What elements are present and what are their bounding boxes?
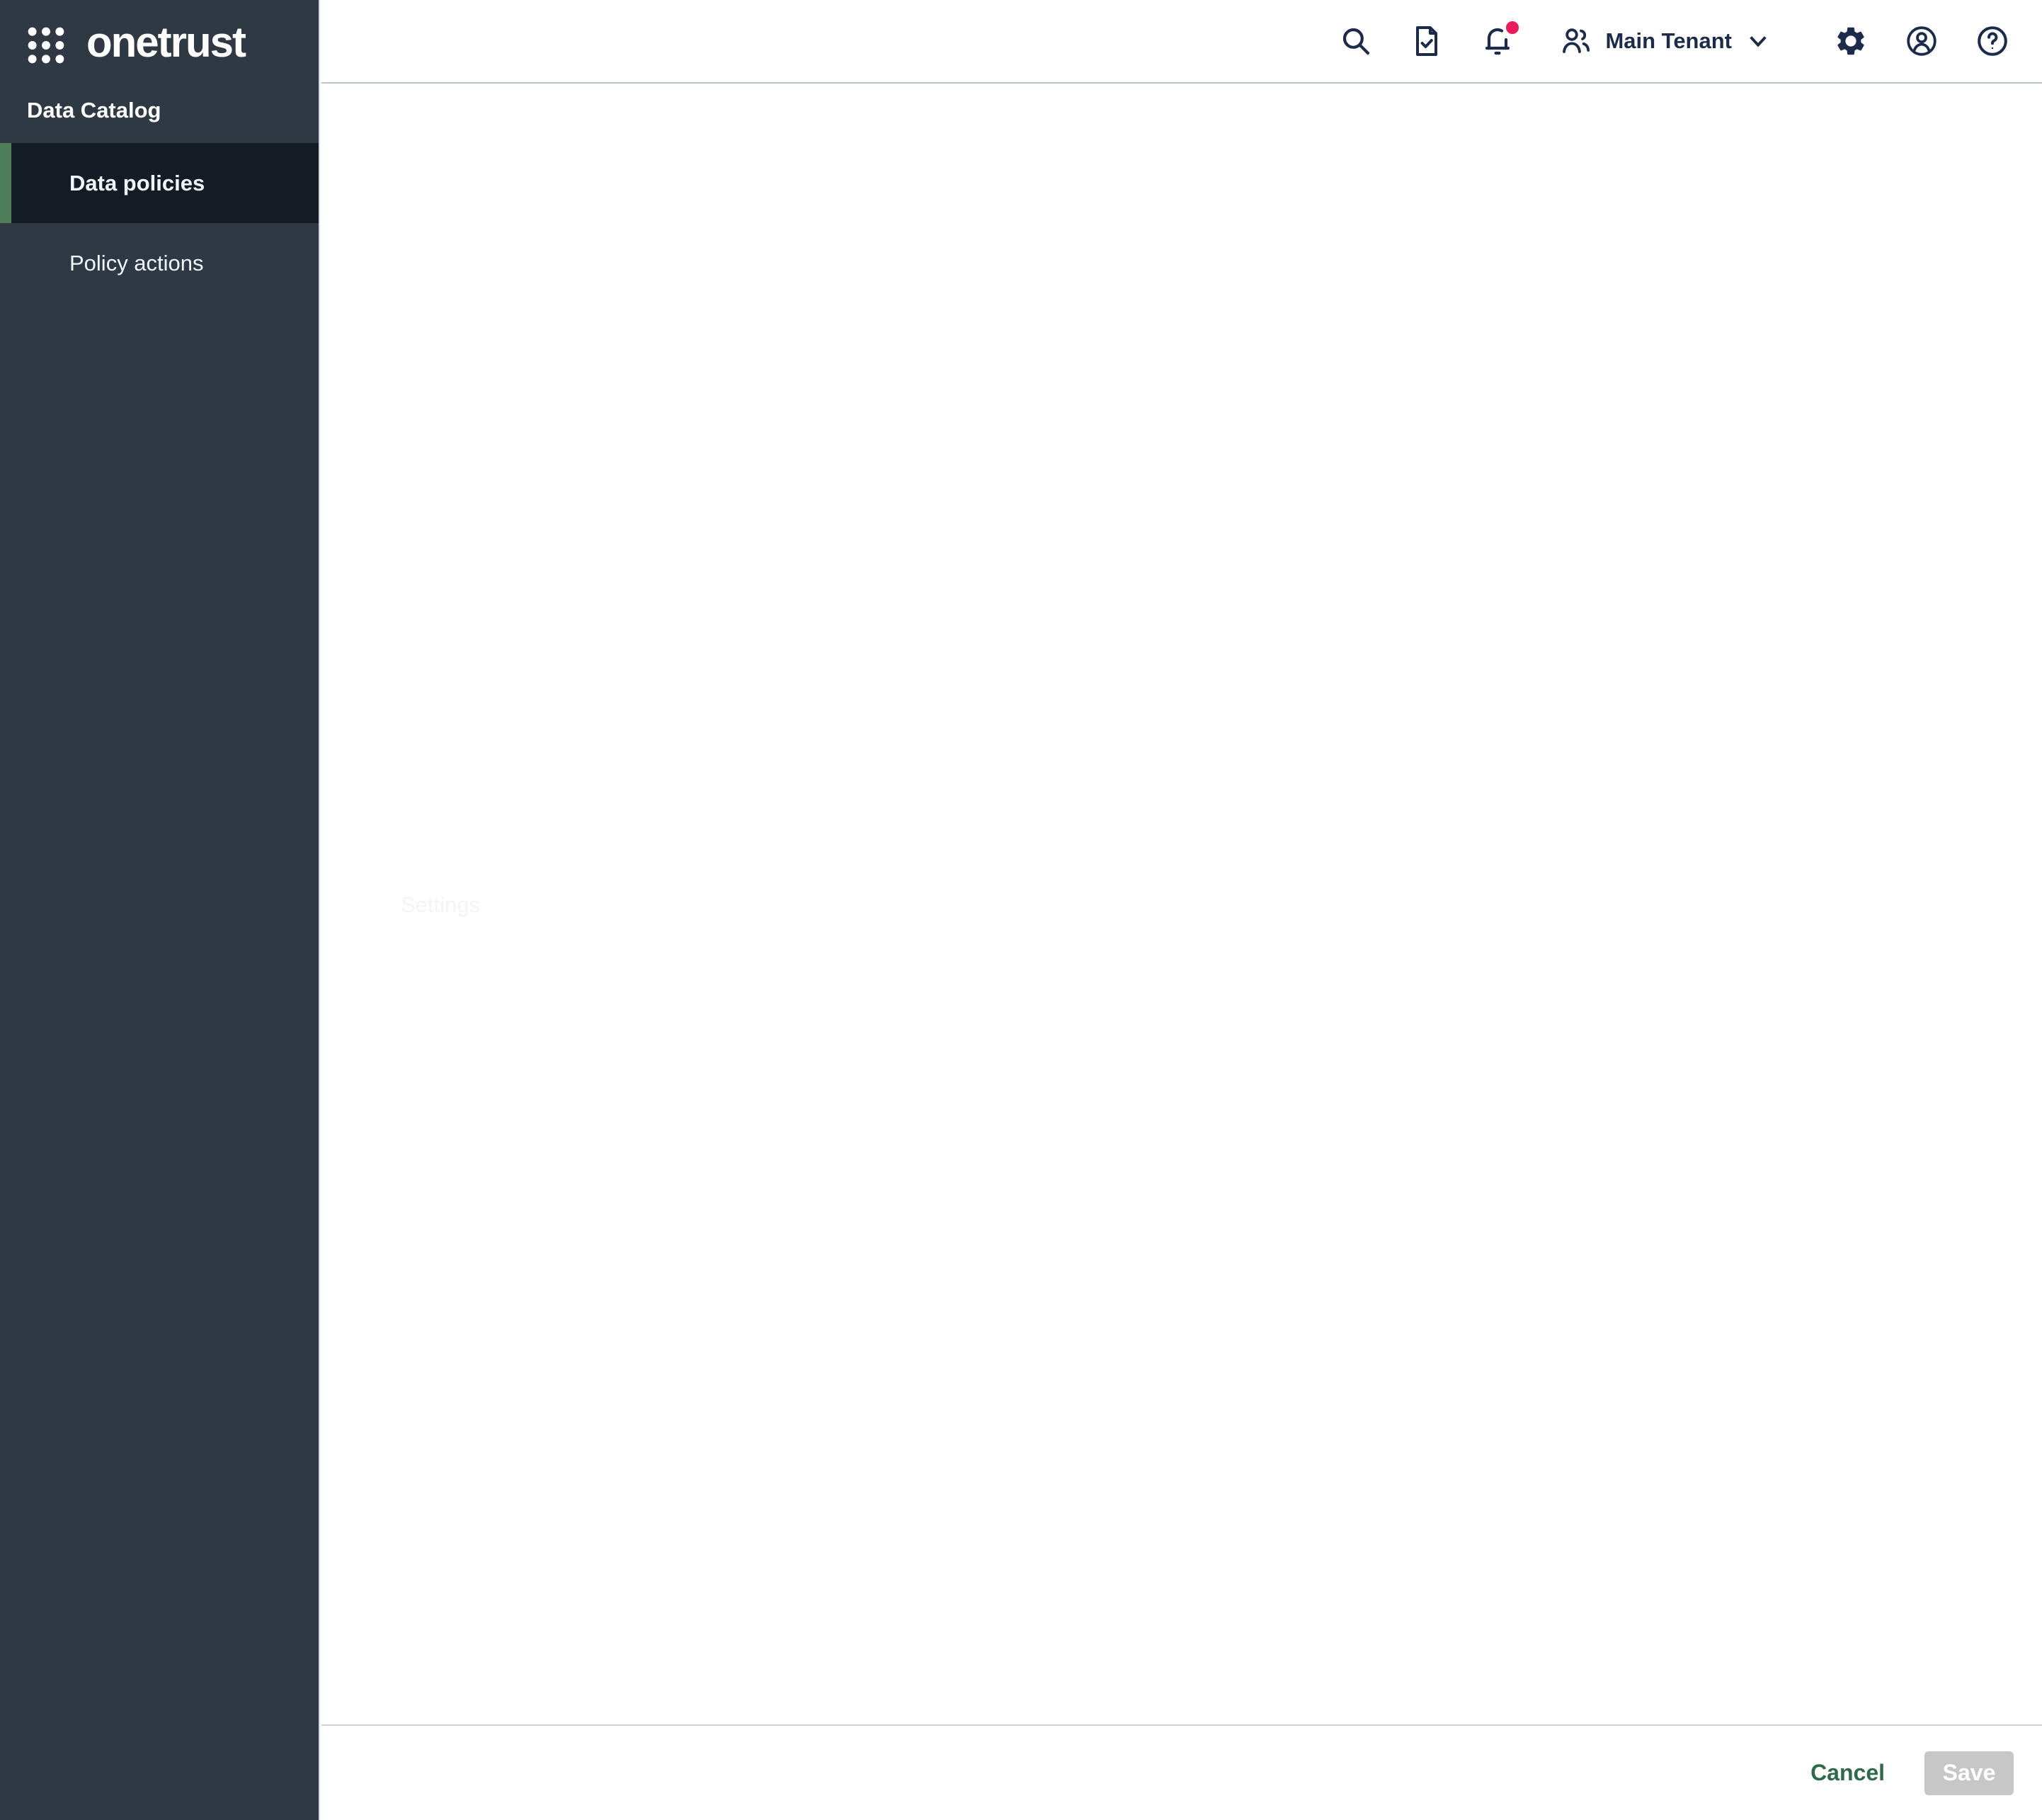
sidebar-item-data-policies[interactable]: Data policies [0,143,319,223]
users-icon [1558,24,1594,58]
tenant-switcher[interactable]: Main Tenant [1558,24,1772,58]
cancel-button[interactable]: Cancel [1810,1760,1885,1786]
product-name: Data Catalog [0,88,319,143]
document-check-icon[interactable] [1410,24,1444,58]
account-icon[interactable] [1905,24,1939,58]
logo-row[interactable]: onetrust [0,0,319,88]
chevron-down-icon [1745,28,1772,55]
top-bar: Main Tenant [321,0,2042,84]
document-icon [348,889,381,921]
tenant-label: Main Tenant [1605,28,1732,54]
footer-action-bar: Cancel Save [321,1724,2042,1820]
onetrust-logo: onetrust [86,21,245,69]
notification-dot [1506,21,1519,34]
app-launcher-grid-icon[interactable] [24,23,68,67]
settings-gear-icon[interactable] [1834,24,1868,58]
sidebar-item-policy-actions[interactable]: Policy actions [0,223,319,303]
notifications-bell-icon[interactable] [1481,24,1515,58]
sidebar-item-settings[interactable]: Settings [321,84,2042,1724]
help-icon[interactable] [1975,24,2009,58]
sidebar: onetrust Data Catalog Home Policy Manage… [0,0,320,1820]
save-button[interactable]: Save [1924,1751,2014,1795]
app-window: onetrust Data Catalog Home Policy Manage… [0,0,2042,1820]
search-icon[interactable] [1339,24,1373,58]
